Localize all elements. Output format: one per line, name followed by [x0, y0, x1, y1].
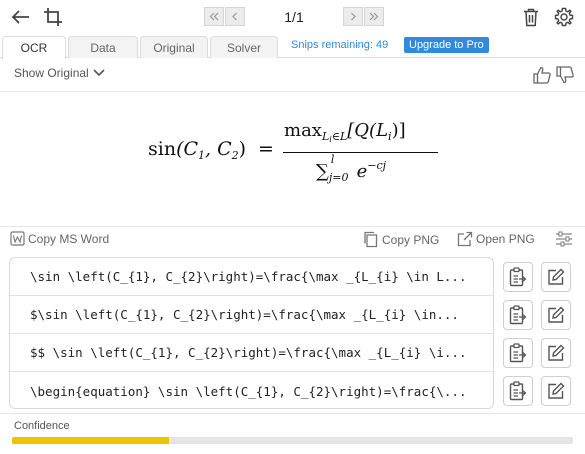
latex-result-row[interactable]: \begin{equation} \sin \left(C_{1}, C_{2}… — [10, 372, 493, 410]
divider — [0, 413, 585, 414]
tab-original[interactable]: Original — [140, 36, 208, 58]
page-indicator: 1/1 — [284, 9, 304, 25]
copy-png-button[interactable]: Copy PNG — [363, 231, 439, 248]
edit-button[interactable] — [541, 376, 571, 406]
formula-num-close: )] — [391, 120, 406, 141]
copy-png-label: Copy PNG — [382, 232, 440, 247]
formula-exp-base: e — [356, 161, 368, 182]
confidence-bar — [12, 437, 573, 444]
prev-page-button[interactable] — [225, 7, 245, 26]
formula-sum: ∑ — [316, 161, 329, 182]
upgrade-to-pro-button[interactable]: Upgrade to Pro — [404, 37, 489, 53]
formula-equals: = — [258, 138, 274, 160]
format-settings-sliders-icon[interactable] — [555, 231, 573, 247]
tab-data[interactable]: Data — [68, 36, 138, 58]
clipboard-icon — [509, 343, 527, 363]
chevron-down-icon — [93, 69, 105, 77]
divider — [0, 226, 585, 227]
formula-sub-1: 1 — [198, 149, 206, 162]
copy-ms-word-button[interactable]: Copy MS Word — [10, 231, 109, 246]
copy-clipboard-button[interactable] — [503, 300, 533, 330]
latex-result-text: \sin \left(C_{1}, C_{2}\right)=\frac{\ma… — [30, 269, 467, 284]
formula-sum-sub: j=0 — [328, 171, 349, 184]
latex-result-row[interactable]: $\sin \left(C_{1}, C_{2}\right)=\frac{\m… — [10, 296, 493, 334]
toolbar: 1/1 — [0, 0, 585, 34]
first-page-button[interactable] — [204, 7, 224, 26]
open-png-label: Open PNG — [476, 232, 535, 246]
back-arrow-icon[interactable] — [8, 4, 34, 30]
edit-button[interactable] — [541, 262, 571, 292]
edit-pencil-icon — [548, 306, 565, 323]
settings-gear-icon[interactable] — [551, 4, 577, 30]
next-page-button[interactable] — [343, 7, 363, 26]
fraction-bar — [283, 152, 438, 153]
formula-sum-sup: l — [330, 153, 335, 166]
formula-num-body: [Q(L — [347, 120, 389, 141]
latex-result-row[interactable]: $$ \sin \left(C_{1}, C_{2}\right)=\frac{… — [10, 334, 493, 372]
latex-result-row[interactable]: \sin \left(C_{1}, C_{2}\right)=\frac{\ma… — [10, 258, 493, 296]
confidence-label: Confidence — [14, 420, 70, 432]
formula-arg-close: ) — [238, 138, 247, 160]
show-original-label: Show Original — [14, 66, 89, 80]
word-document-icon — [10, 231, 25, 246]
clipboard-icon — [509, 381, 527, 401]
latex-results-list: \sin \left(C_{1}, C_{2}\right)=\frac{\ma… — [9, 257, 494, 409]
copy-clipboard-button[interactable] — [503, 376, 533, 406]
latex-result-text: $$ \sin \left(C_{1}, C_{2}\right)=\frac{… — [30, 345, 467, 360]
thumbs-down-icon[interactable] — [555, 65, 575, 85]
formula-lhs: sin(C1, C2) — [148, 138, 246, 162]
copy-icon — [364, 231, 378, 248]
formula-sin: sin — [148, 138, 177, 160]
copy-ms-word-label: Copy MS Word — [28, 231, 110, 246]
formula-sub-2: 2 — [231, 149, 239, 162]
copy-clipboard-button[interactable] — [503, 262, 533, 292]
confidence-bar-fill — [12, 437, 170, 444]
edit-pencil-icon — [548, 344, 565, 361]
formula-max: max — [284, 120, 322, 141]
snip-window: 1/1 OCR Data Original Solver Snips remai… — [0, 0, 585, 454]
external-link-icon — [457, 231, 473, 247]
edit-button[interactable] — [541, 338, 571, 368]
formula-denominator: ∑ l j=0 e−cj — [316, 153, 387, 184]
crop-icon[interactable] — [40, 4, 66, 30]
formula-exp: −cj — [367, 159, 387, 172]
trash-icon[interactable] — [518, 4, 544, 30]
formula-max-sub-in: ∈L — [331, 130, 348, 143]
snips-remaining-text: Snips remaining: 49 — [291, 39, 389, 51]
edit-button[interactable] — [541, 300, 571, 330]
tab-solver[interactable]: Solver — [210, 36, 278, 58]
open-png-button[interactable]: Open PNG — [457, 231, 535, 247]
latex-result-text: $\sin \left(C_{1}, C_{2}\right)=\frac{\m… — [30, 307, 459, 322]
last-page-button[interactable] — [364, 7, 384, 26]
tab-ocr[interactable]: OCR — [2, 36, 66, 59]
rendered-formula: sin(C1, C2) = maxLi∈L[Q(Li)] ∑ l j=0 e−cj — [0, 92, 585, 226]
copy-clipboard-button[interactable] — [503, 338, 533, 368]
formula-numerator: maxLi∈L[Q(Li)] — [284, 120, 406, 144]
edit-pencil-icon — [548, 382, 565, 399]
latex-result-text: \begin{equation} \sin \left(C_{1}, C_{2}… — [30, 383, 467, 399]
show-original-toggle[interactable]: Show Original — [14, 66, 105, 80]
thumbs-up-icon[interactable] — [532, 65, 552, 85]
edit-pencil-icon — [548, 268, 565, 285]
clipboard-icon — [509, 305, 527, 325]
formula-arg-sep: , C — [205, 138, 232, 160]
formula-arg-open: (C — [176, 138, 199, 160]
clipboard-icon — [509, 267, 527, 287]
